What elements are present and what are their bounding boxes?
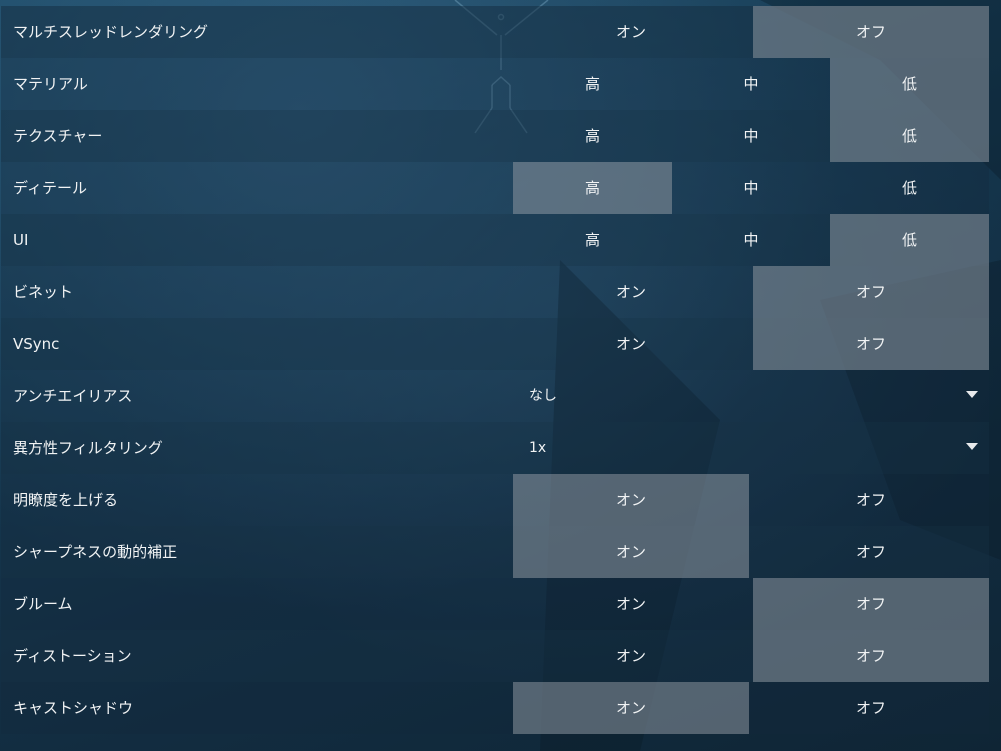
setting-label: キャストシャドウ bbox=[13, 699, 134, 717]
option-button[interactable]: 中 bbox=[672, 162, 830, 214]
setting-row: テクスチャー 高中低 bbox=[1, 110, 989, 162]
option-button[interactable]: オフ bbox=[753, 474, 989, 526]
option-button[interactable]: オフ bbox=[753, 630, 989, 682]
option-button[interactable]: 高 bbox=[513, 214, 672, 266]
setting-label: アンチエイリアス bbox=[13, 387, 133, 405]
caret-down-icon bbox=[966, 443, 978, 450]
caret-down-icon bbox=[966, 391, 978, 398]
option-button[interactable]: 高 bbox=[513, 58, 672, 110]
setting-row: ビネット オン オフ bbox=[1, 266, 989, 318]
option-button[interactable]: 中 bbox=[672, 214, 830, 266]
setting-label: 明瞭度を上げる bbox=[13, 491, 119, 509]
setting-row: VSync オン オフ bbox=[1, 318, 989, 370]
setting-row: UI 高中低 bbox=[1, 214, 989, 266]
option-button[interactable]: オン bbox=[513, 578, 749, 630]
option-button[interactable]: オン bbox=[513, 682, 749, 734]
graphics-settings-list: マルチスレッドレンダリング オン オフ マテリアル高中低テクスチャー高中低ディテール高… bbox=[1, 6, 989, 734]
option-button[interactable]: オン bbox=[513, 6, 749, 58]
option-button[interactable]: 低 bbox=[830, 58, 989, 110]
option-button[interactable]: オン bbox=[513, 474, 749, 526]
setting-label: VSync bbox=[13, 335, 60, 353]
setting-row: マルチスレッドレンダリング オン オフ bbox=[1, 6, 989, 58]
option-button[interactable]: オフ bbox=[753, 266, 989, 318]
setting-label: ビネット bbox=[13, 283, 74, 301]
option-button[interactable]: 中 bbox=[672, 110, 830, 162]
option-button[interactable]: オフ bbox=[753, 526, 989, 578]
option-button[interactable]: オフ bbox=[753, 318, 989, 370]
option-button[interactable]: オフ bbox=[753, 578, 989, 630]
setting-row: ディストーション オン オフ bbox=[1, 630, 989, 682]
option-button[interactable]: オン bbox=[513, 630, 749, 682]
setting-label: テクスチャー bbox=[13, 127, 103, 145]
option-button[interactable]: 高 bbox=[513, 110, 672, 162]
setting-label: マテリアル bbox=[13, 75, 88, 93]
option-button[interactable]: オン bbox=[513, 318, 749, 370]
option-button[interactable]: 高 bbox=[513, 162, 672, 214]
option-button[interactable]: オフ bbox=[753, 682, 989, 734]
setting-row: ブルーム オン オフ bbox=[1, 578, 989, 630]
setting-row: マテリアル 高中低 bbox=[1, 58, 989, 110]
setting-row: アンチエイリアス なし bbox=[1, 370, 989, 422]
setting-label: ディテール bbox=[13, 179, 87, 197]
setting-label: マルチスレッドレンダリング bbox=[13, 23, 209, 41]
setting-label: ブルーム bbox=[13, 595, 73, 613]
setting-row: 明瞭度を上げる オン オフ bbox=[1, 474, 989, 526]
setting-label: UI bbox=[13, 231, 29, 249]
option-button[interactable]: オン bbox=[513, 526, 749, 578]
setting-row: シャープネスの動的補正 オン オフ bbox=[1, 526, 989, 578]
setting-label: 異方性フィルタリング bbox=[13, 439, 163, 457]
option-button[interactable]: 中 bbox=[672, 58, 830, 110]
setting-dropdown[interactable]: 1x bbox=[513, 422, 989, 474]
option-button[interactable]: 低 bbox=[830, 110, 989, 162]
dropdown-value: 1x bbox=[529, 440, 547, 456]
setting-row: キャストシャドウ オン オフ bbox=[1, 682, 989, 734]
setting-label: シャープネスの動的補正 bbox=[13, 543, 178, 561]
option-button[interactable]: 低 bbox=[830, 162, 989, 214]
setting-label: ディストーション bbox=[13, 647, 132, 665]
dropdown-value: なし bbox=[529, 388, 557, 404]
option-button[interactable]: オフ bbox=[753, 6, 989, 58]
option-button[interactable]: オン bbox=[513, 266, 749, 318]
option-button[interactable]: 低 bbox=[830, 214, 989, 266]
setting-row: ディテール 高中低 bbox=[1, 162, 989, 214]
setting-dropdown[interactable]: なし bbox=[513, 370, 989, 422]
setting-row: 異方性フィルタリング 1x bbox=[1, 422, 989, 474]
